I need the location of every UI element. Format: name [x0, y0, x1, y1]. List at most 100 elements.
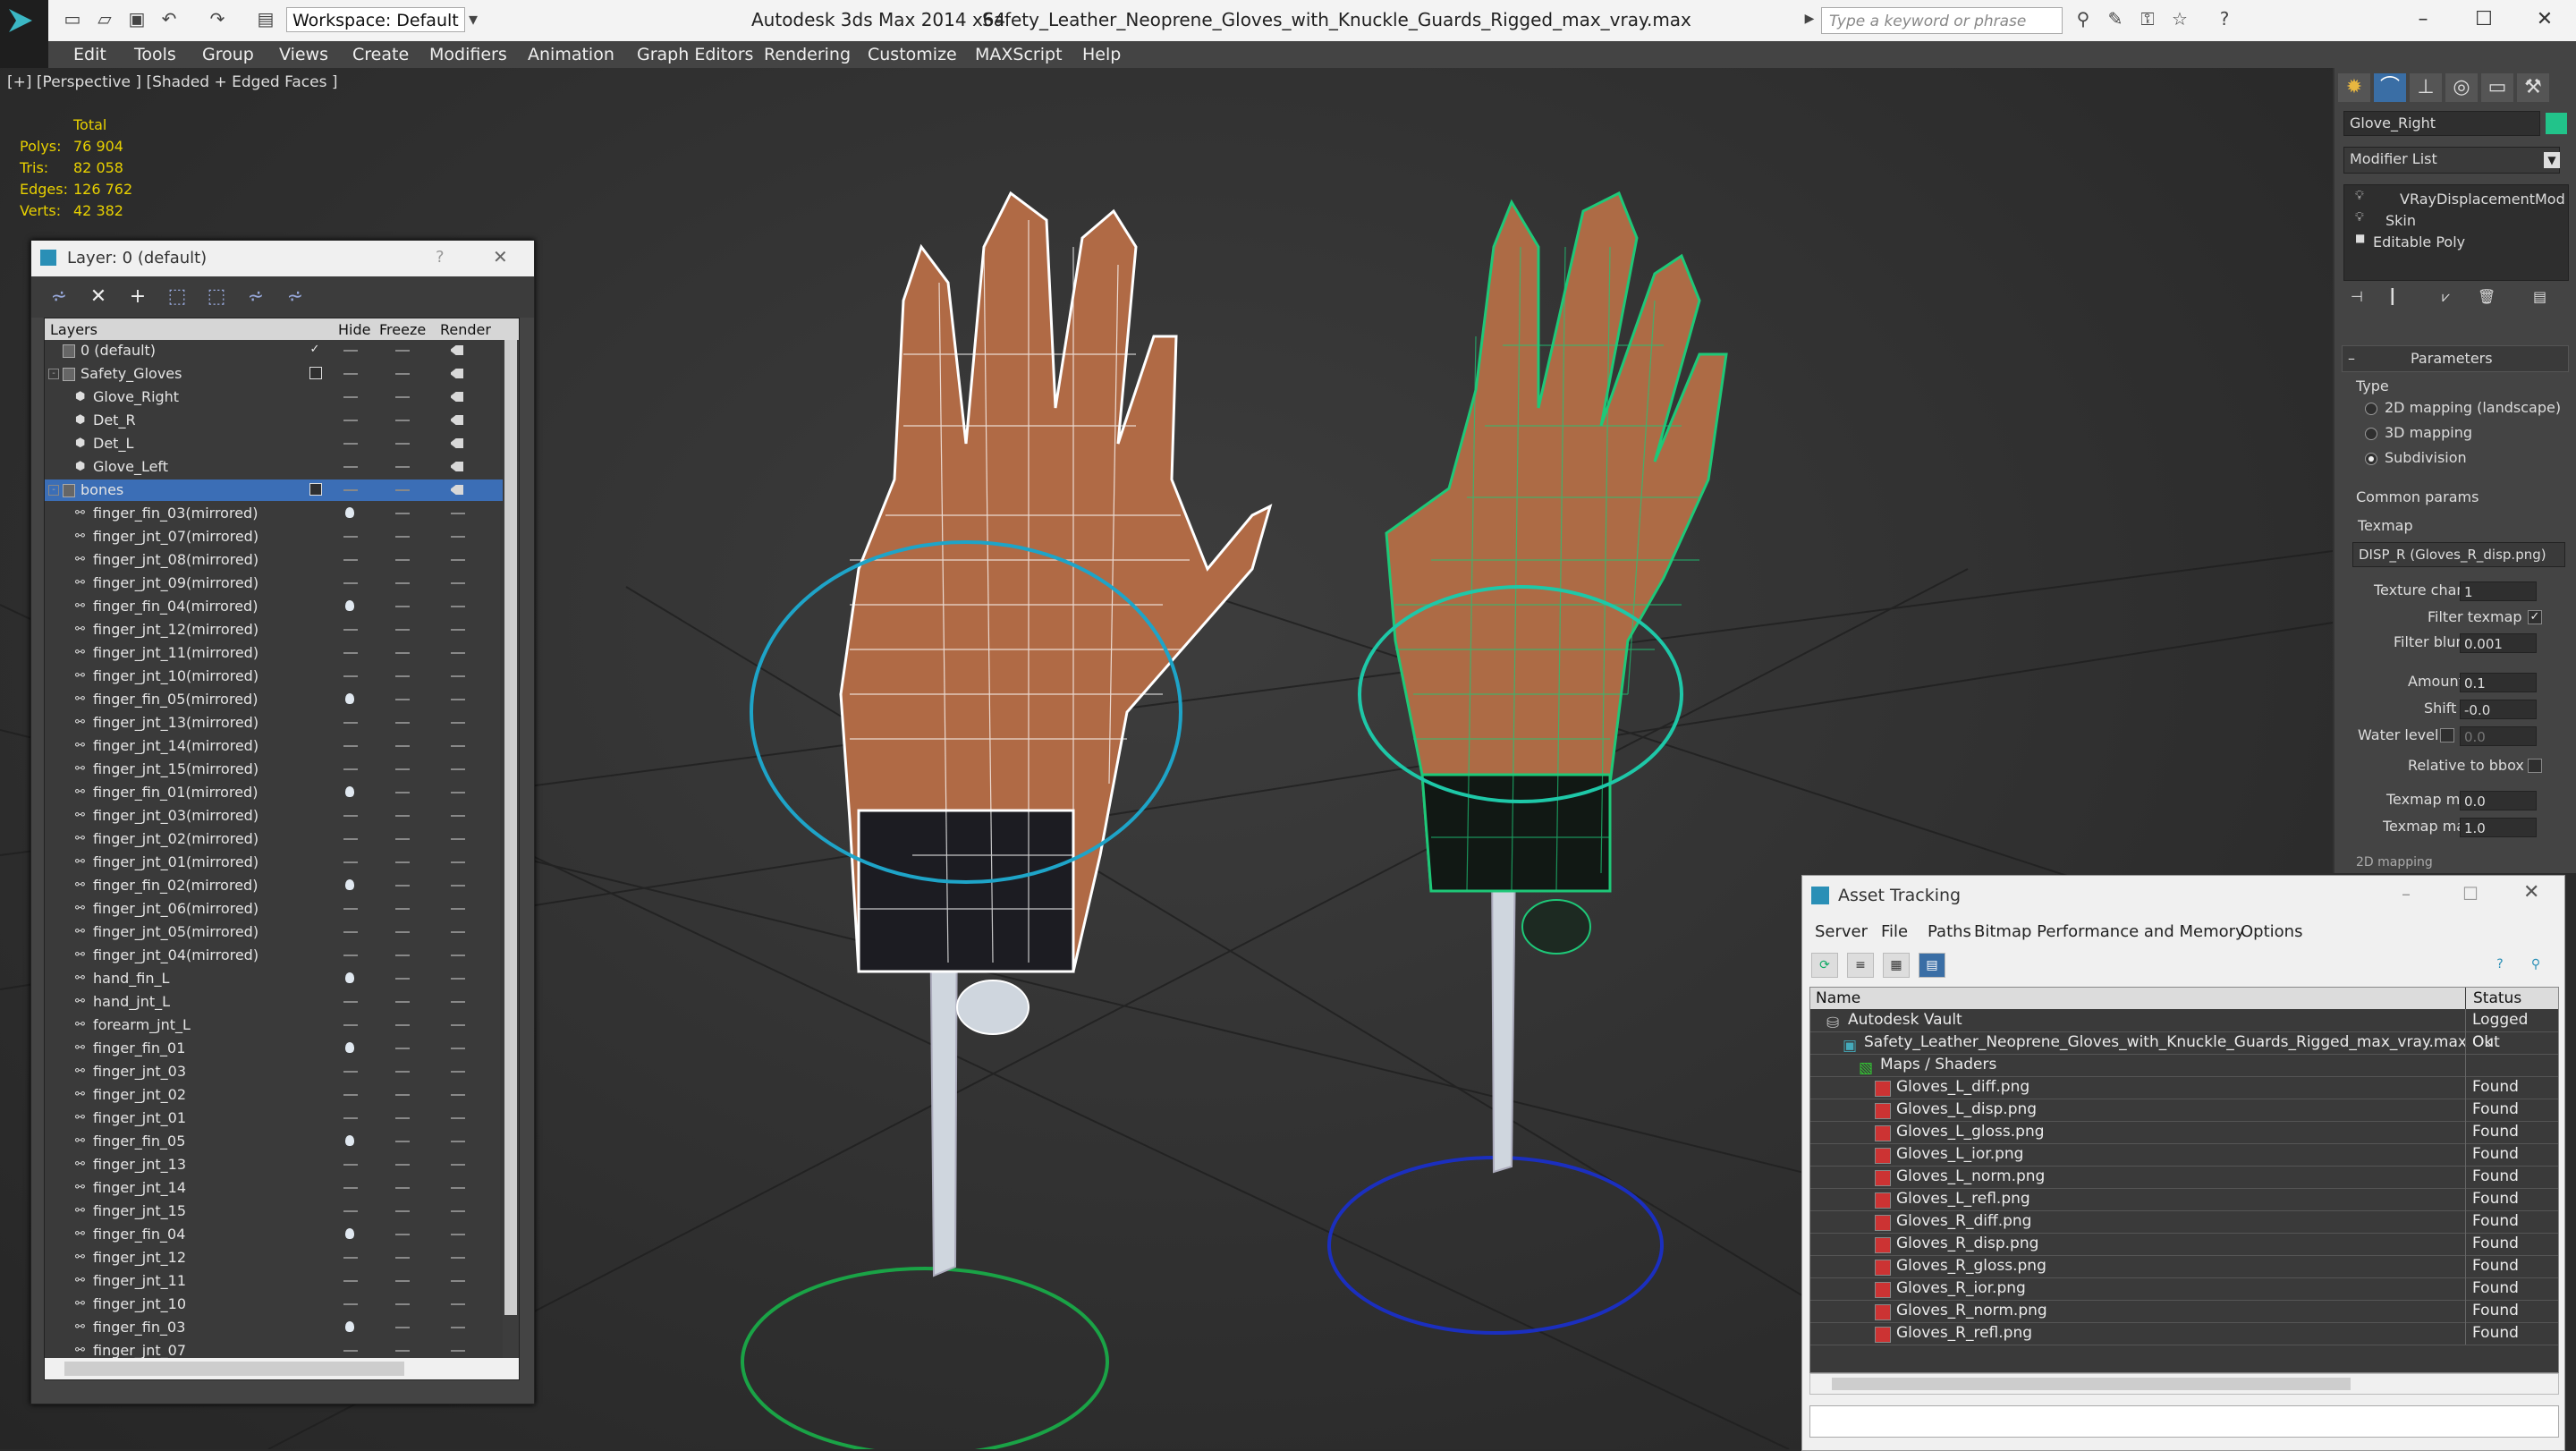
render-toggle[interactable]: [451, 1210, 465, 1212]
render-toggle[interactable]: [451, 1071, 465, 1073]
asset-row[interactable]: Gloves_L_ior.png Found: [1810, 1143, 2558, 1167]
render-toggle[interactable]: [451, 1117, 465, 1119]
render-toggle[interactable]: [451, 792, 465, 793]
texture-chan-spinner[interactable]: 1: [2460, 581, 2537, 601]
freeze-toggle[interactable]: [395, 652, 410, 654]
render-toggle[interactable]: [451, 1234, 465, 1235]
hide-toggle[interactable]: [343, 420, 358, 421]
freeze-toggle[interactable]: [395, 443, 410, 445]
layer-object-row[interactable]: ⚯ finger_jnt_02(mirrored): [45, 828, 510, 850]
freeze-toggle[interactable]: [395, 1094, 410, 1096]
redo-icon[interactable]: ↷: [208, 9, 227, 29]
layer-object-row[interactable]: ⚯ finger_jnt_11: [45, 1270, 510, 1292]
remove-modifier-icon[interactable]: 🗑︎: [2478, 288, 2496, 305]
hide-toggle[interactable]: [343, 745, 358, 747]
collapse-toggle-icon[interactable]: -: [48, 485, 59, 496]
undo-icon[interactable]: ↶: [159, 9, 179, 29]
new-file-icon[interactable]: ▭: [63, 9, 82, 29]
render-toggle[interactable]: [451, 1187, 465, 1189]
thumbnail-view-icon[interactable]: ▦: [1883, 953, 1910, 978]
asset-row[interactable]: ▧ Maps / Shaders: [1810, 1054, 2558, 1077]
layer-object-row[interactable]: ⬢ Glove_Right: [45, 386, 510, 408]
render-toggle[interactable]: [451, 768, 465, 770]
column-hide[interactable]: Hide: [338, 321, 370, 338]
minimize-button[interactable]: –: [2402, 883, 2411, 904]
layer-object-row[interactable]: ⚯ finger_jnt_09(mirrored): [45, 573, 510, 594]
hide-toggle[interactable]: [343, 675, 358, 677]
asset-row[interactable]: Gloves_L_refl.png Found: [1810, 1188, 2558, 1211]
motion-tab-icon[interactable]: ◎: [2445, 73, 2478, 102]
layer-object-row[interactable]: ⚯ finger_jnt_14: [45, 1177, 510, 1199]
freeze-toggle[interactable]: [395, 1234, 410, 1235]
layer-row[interactable]: 0 (default) ✓: [45, 340, 510, 361]
layer-object-row[interactable]: ⬢ Glove_Left: [45, 456, 510, 478]
radio-3d-mapping[interactable]: [2365, 428, 2377, 440]
layer-object-row[interactable]: ⚯ finger_jnt_05(mirrored): [45, 921, 510, 943]
open-file-icon[interactable]: ▱: [95, 9, 114, 29]
lightbulb-icon[interactable]: 💡︎: [2355, 210, 2364, 225]
render-toggle[interactable]: [451, 513, 465, 514]
maximize-button[interactable]: ☐: [2462, 883, 2479, 904]
layer-hscrollbar-thumb[interactable]: [64, 1362, 404, 1376]
radio-subdivision[interactable]: [2365, 453, 2377, 465]
asset-hscrollbar[interactable]: [1809, 1373, 2559, 1395]
menu-rendering[interactable]: Rendering: [764, 45, 851, 64]
hide-toggle[interactable]: [343, 1350, 358, 1352]
layer-object-row[interactable]: ⚯ finger_jnt_03(mirrored): [45, 805, 510, 827]
hide-toggle[interactable]: [343, 396, 358, 398]
asset-row[interactable]: Gloves_R_diff.png Found: [1810, 1210, 2558, 1234]
modify-tab-icon[interactable]: ⌒: [2374, 73, 2406, 102]
hide-toggle[interactable]: [343, 722, 358, 724]
layer-object-row[interactable]: ⚯ finger_jnt_01: [45, 1107, 510, 1129]
lightbulb-icon[interactable]: 💡︎: [2355, 189, 2364, 203]
hide-toggle[interactable]: [343, 629, 358, 631]
freeze-toggle[interactable]: [395, 931, 410, 933]
hide-toggle[interactable]: [343, 1024, 358, 1026]
render-teapot-icon[interactable]: [451, 415, 463, 425]
mapping-rollout-label[interactable]: 2D mapping: [2356, 855, 2433, 870]
freeze-toggle[interactable]: [395, 1048, 410, 1049]
layer-object-row[interactable]: ⚯ finger_jnt_01(mirrored): [45, 852, 510, 873]
layer-object-row[interactable]: ⚯ forearm_jnt_L: [45, 1014, 510, 1036]
render-toggle[interactable]: [451, 606, 465, 607]
pin-stack-icon[interactable]: ⊣: [2351, 288, 2363, 305]
freeze-toggle[interactable]: [395, 1024, 410, 1026]
modifier-list-dropdown[interactable]: Modifier List: [2343, 147, 2560, 174]
render-toggle[interactable]: [451, 1327, 465, 1328]
freeze-toggle[interactable]: [395, 1210, 410, 1212]
freeze-toggle[interactable]: [395, 1350, 410, 1352]
column-name[interactable]: Name: [1810, 988, 2465, 1009]
render-toggle[interactable]: [451, 745, 465, 747]
freeze-toggle[interactable]: [395, 861, 410, 863]
render-toggle[interactable]: [451, 1164, 465, 1166]
hierarchy-tab-icon[interactable]: ⊥: [2410, 73, 2442, 102]
freeze-toggle[interactable]: [395, 1280, 410, 1282]
hide-toggle[interactable]: [343, 652, 358, 654]
favorites-star-icon[interactable]: ☆: [2170, 9, 2190, 29]
layer-row[interactable]: - bones: [45, 479, 510, 501]
freeze-toggle[interactable]: [395, 559, 410, 561]
layer-object-row[interactable]: ⚯ finger_jnt_12(mirrored): [45, 619, 510, 641]
water-level-checkbox[interactable]: [2440, 728, 2454, 742]
render-toggle[interactable]: [451, 629, 465, 631]
hide-toggle[interactable]: [343, 536, 358, 538]
expand-arrow-icon[interactable]: ▶: [1800, 9, 1819, 29]
layer-object-row[interactable]: ⚯ finger_fin_01(mirrored): [45, 782, 510, 803]
chevron-down-icon[interactable]: ▾: [463, 9, 483, 29]
layer-object-row[interactable]: ⚯ finger_jnt_03: [45, 1061, 510, 1082]
freeze-toggle[interactable]: [395, 978, 410, 980]
parameters-rollout-header[interactable]: – Parameters: [2342, 345, 2569, 372]
layer-object-row[interactable]: ⚯ finger_fin_05: [45, 1131, 510, 1152]
render-toggle[interactable]: [451, 978, 465, 980]
close-button[interactable]: ✕: [2522, 4, 2567, 36]
freeze-toggle[interactable]: [395, 629, 410, 631]
object-color-swatch[interactable]: [2546, 113, 2567, 134]
relative-bbox-checkbox[interactable]: [2528, 759, 2542, 773]
current-layer-checkmark-icon[interactable]: ✓: [309, 344, 320, 356]
freeze-toggle[interactable]: [395, 350, 410, 352]
close-button[interactable]: ✕: [2523, 881, 2539, 904]
layer-object-row[interactable]: ⚯ finger_jnt_15: [45, 1201, 510, 1222]
asset-hscrollbar-thumb[interactable]: [1832, 1378, 2351, 1390]
layer-object-row[interactable]: ⚯ finger_jnt_10(mirrored): [45, 666, 510, 687]
menu-views[interactable]: Views: [279, 45, 328, 64]
